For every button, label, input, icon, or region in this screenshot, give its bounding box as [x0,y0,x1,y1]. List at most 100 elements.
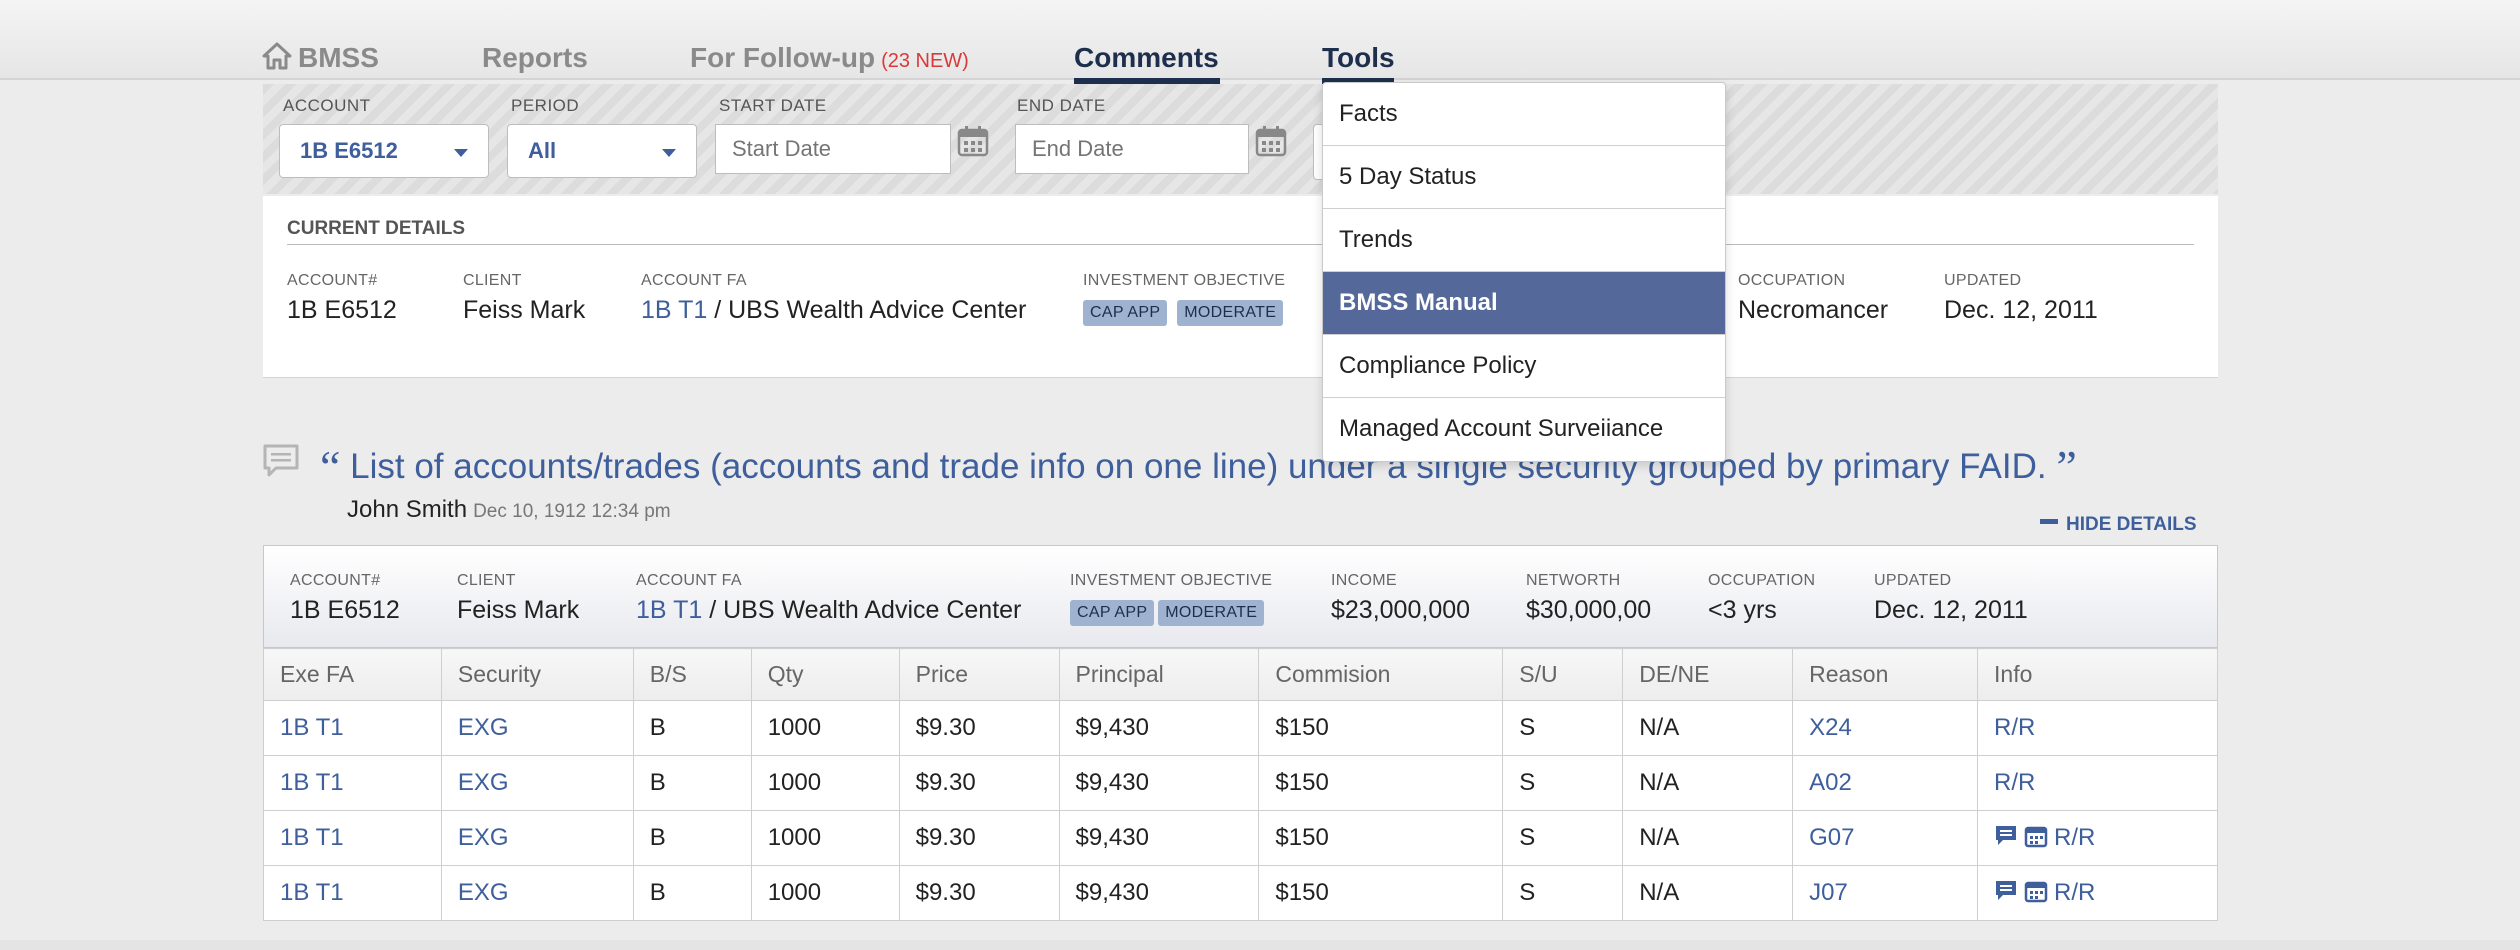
col-header-bs[interactable]: B/S [632,648,752,701]
dene-cell: N/A [1622,865,1794,921]
chevron-down-icon [454,149,468,157]
account-filter-label: ACCOUNT [283,96,371,115]
nav-comments-label: Comments [1074,42,1219,73]
calendar-icon[interactable] [2024,879,2048,903]
client-label: CLIENT [463,272,522,289]
comment-text: “ List of accounts/trades (accounts and … [320,440,2077,493]
col-header-commision[interactable]: Commision [1258,648,1504,701]
calendar-icon[interactable] [1254,124,1288,158]
updated-label: UPDATED [1874,572,1952,589]
security-link[interactable]: EXG [440,865,634,921]
exe-fa-link[interactable]: 1B T1 [263,810,442,866]
footer-strip [0,940,2520,950]
account-fa-value: 1B T1 / UBS Wealth Advice Center [636,596,1021,625]
security-link[interactable]: EXG [440,810,634,866]
account-fa-label: ACCOUNT FA [636,572,742,589]
calendar-icon[interactable] [2024,824,2048,848]
nav-home[interactable]: BMSS [262,38,379,78]
price-cell: $9.30 [898,810,1060,866]
comment-icon[interactable] [1994,824,2018,848]
account-fa-link[interactable]: 1B T1 [636,596,702,624]
period-filter-label: PERIOD [511,96,580,115]
nav-reports[interactable]: Reports [482,38,588,78]
col-header-reason[interactable]: Reason [1792,648,1979,701]
period-select[interactable]: All [507,124,697,178]
menu-item-facts[interactable]: Facts [1323,83,1725,146]
dene-cell: N/A [1622,700,1794,756]
nav-home-label: BMSS [298,42,379,73]
minus-icon [2040,519,2058,524]
account-number-link[interactable]: 1B E6512 [290,596,400,625]
investment-objective-tags: CAP APP MODERATE [1070,600,1274,626]
info-link[interactable]: R/R [1977,755,2218,811]
table-row: 1B T1 EXG B 1000 $9.30 $9,430 $150 S N/A… [263,700,2218,756]
home-icon [262,42,292,70]
principal-cell: $9,430 [1058,755,1260,811]
account-select[interactable]: 1B E6512 [279,124,489,178]
calendar-icon[interactable] [956,124,990,158]
principal-cell: $9,430 [1058,810,1260,866]
col-header-info[interactable]: Info [1977,648,2218,701]
info-link[interactable]: R/R [2054,879,2095,906]
menu-item-managed-account-surveillance[interactable]: Managed Account Surveiiance [1323,398,1725,461]
table-row: 1B T1 EXG B 1000 $9.30 $9,430 $150 S N/A… [263,755,2218,811]
comment-icon[interactable] [1994,879,2018,903]
updated-label: UPDATED [1944,272,2022,289]
menu-item-trends[interactable]: Trends [1323,209,1725,272]
table-header-row: Exe FA Security B/S Qty Price Principal … [263,648,2218,701]
nav-followup[interactable]: For Follow-up (23 NEW) [690,38,969,81]
account-number-label: ACCOUNT# [287,272,378,289]
chevron-down-icon [662,149,676,157]
col-header-su[interactable]: S/U [1502,648,1624,701]
menu-item-bmss-manual[interactable]: BMSS Manual [1323,272,1725,335]
qty-cell: 1000 [750,700,900,756]
principal-cell: $9,430 [1058,865,1260,921]
reason-link[interactable]: J07 [1792,865,1979,921]
account-number-link[interactable]: 1B E6512 [287,296,397,325]
commision-cell: $150 [1258,865,1504,921]
security-link[interactable]: EXG [440,700,634,756]
nav-tools[interactable]: Tools [1322,38,1395,78]
occupation-value: Necromancer [1738,296,1889,324]
col-header-security[interactable]: Security [440,648,634,701]
col-header-dene[interactable]: DE/NE [1622,648,1794,701]
exe-fa-link[interactable]: 1B T1 [263,865,442,921]
bs-cell: B [632,810,752,866]
account-fa-link[interactable]: 1B T1 [641,296,707,324]
qty-cell: 1000 [750,755,900,811]
menu-item-compliance-policy[interactable]: Compliance Policy [1323,335,1725,398]
start-date-input[interactable] [715,124,951,174]
col-header-exe-fa[interactable]: Exe FA [263,648,442,701]
end-date-input[interactable] [1015,124,1249,174]
table-row: 1B T1 EXG B 1000 $9.30 $9,430 $150 S N/A… [263,810,2218,866]
occupation-label: OCCUPATION [1738,272,1846,289]
reason-link[interactable]: A02 [1792,755,1979,811]
hide-details-button[interactable]: HIDE DETAILS [2040,514,2197,536]
security-link[interactable]: EXG [440,755,634,811]
end-date-label: END DATE [1017,96,1106,115]
objective-tag: MODERATE [1177,300,1284,326]
col-header-price[interactable]: Price [898,648,1060,701]
reason-link[interactable]: X24 [1792,700,1979,756]
col-header-principal[interactable]: Principal [1058,648,1260,701]
info-cell: R/R [1977,865,2218,921]
updated-value: Dec. 12, 2011 [1944,296,2098,324]
current-details-title: CURRENT DETAILS [287,218,466,239]
updated-value: Dec. 12, 2011 [1874,596,2028,624]
nav-comments[interactable]: Comments [1074,38,1219,78]
qty-cell: 1000 [750,810,900,866]
su-cell: S [1502,755,1624,811]
menu-item-5-day-status[interactable]: 5 Day Status [1323,146,1725,209]
exe-fa-link[interactable]: 1B T1 [263,700,442,756]
bs-cell: B [632,865,752,921]
info-link[interactable]: R/R [2054,824,2095,851]
price-cell: $9.30 [898,755,1060,811]
exe-fa-link[interactable]: 1B T1 [263,755,442,811]
networth-label: NETWORTH [1526,572,1621,589]
commision-cell: $150 [1258,700,1504,756]
col-header-qty[interactable]: Qty [750,648,900,701]
info-link[interactable]: R/R [1977,700,2218,756]
reason-link[interactable]: G07 [1792,810,1979,866]
investment-objective-tags: CAP APP MODERATE [1083,300,1293,326]
dene-cell: N/A [1622,810,1794,866]
